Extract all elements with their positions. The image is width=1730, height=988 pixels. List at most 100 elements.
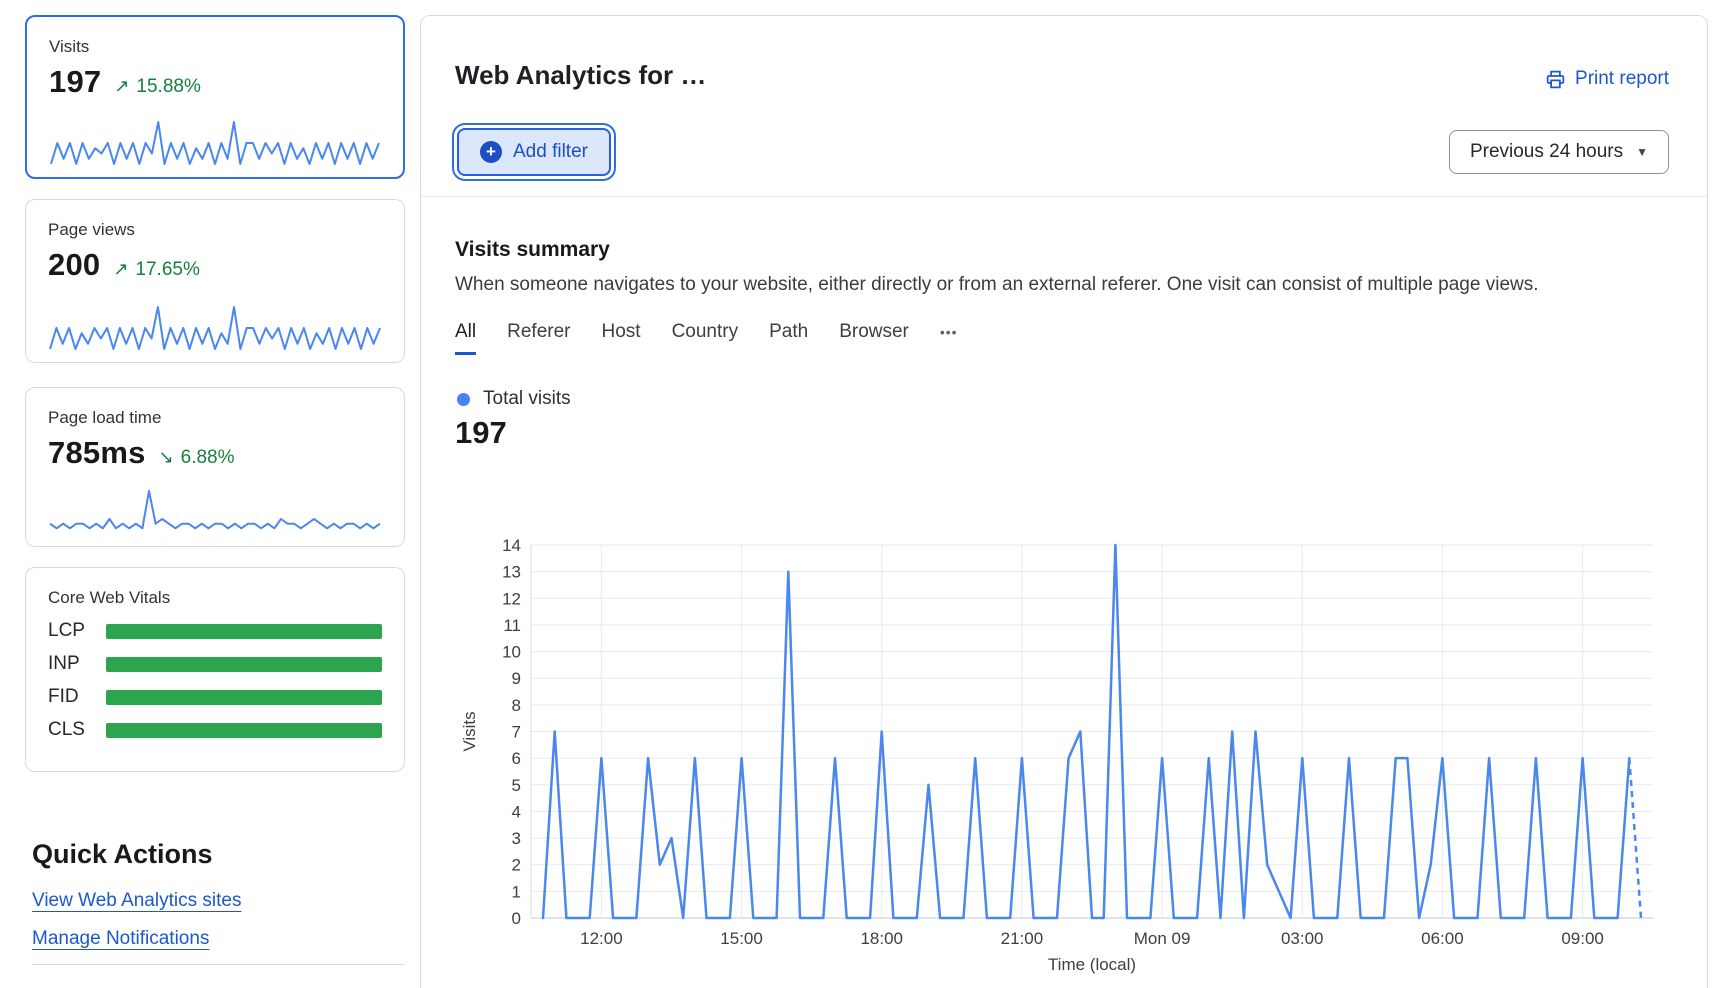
trend-down-icon: ↘	[159, 447, 174, 468]
trend-value: 17.65%	[135, 259, 199, 281]
vital-row-lcp: LCP	[48, 621, 382, 641]
svg-text:09:00: 09:00	[1561, 929, 1604, 948]
tab-path[interactable]: Path	[769, 321, 808, 355]
svg-text:3: 3	[512, 829, 521, 848]
summary-tabs: All Referer Host Country Path Browser •••	[455, 321, 958, 355]
svg-text:6: 6	[512, 749, 521, 768]
trend-up-icon: ↗	[113, 259, 128, 280]
svg-text:4: 4	[512, 802, 521, 821]
vital-label: CLS	[48, 719, 106, 741]
print-report-button[interactable]: Print report	[1545, 68, 1669, 90]
stat-label: Page load time	[48, 408, 382, 428]
trend-value: 6.88%	[181, 447, 235, 469]
svg-text:12: 12	[502, 589, 521, 608]
vital-bar-green	[106, 657, 382, 672]
time-range-dropdown[interactable]: Previous 24 hours ▼	[1449, 130, 1669, 174]
time-range-label: Previous 24 hours	[1470, 141, 1623, 163]
svg-text:03:00: 03:00	[1281, 929, 1324, 948]
chart-legend: Total visits	[457, 388, 571, 410]
visits-summary-description: When someone navigates to your website, …	[455, 274, 1539, 296]
trend-up-icon: ↗	[114, 76, 129, 97]
svg-text:10: 10	[502, 643, 521, 662]
vital-bar-green	[106, 624, 382, 639]
vital-label: LCP	[48, 620, 106, 642]
page-load-sparkline	[48, 486, 382, 536]
quick-actions: Quick Actions View Web Analytics sites M…	[25, 839, 405, 965]
main-panel: Web Analytics for … Print report + Add f…	[420, 15, 1708, 988]
tab-all[interactable]: All	[455, 321, 476, 355]
link-manage-notifications[interactable]: Manage Notifications	[32, 928, 209, 950]
page-views-sparkline	[48, 302, 382, 352]
vital-row-fid: FID	[48, 687, 382, 707]
svg-text:Visits: Visits	[460, 711, 479, 751]
trend-badge: ↗ 15.88%	[114, 76, 201, 98]
core-web-vitals-card: Core Web Vitals LCP INP FID CLS	[25, 567, 405, 772]
tab-more-icon[interactable]: •••	[940, 324, 958, 355]
trend-badge: ↘ 6.88%	[159, 447, 235, 469]
quick-actions-title: Quick Actions	[32, 839, 405, 870]
stat-label: Visits	[49, 37, 381, 57]
vitals-title: Core Web Vitals	[48, 588, 382, 608]
tab-country[interactable]: Country	[672, 321, 739, 355]
tab-referer[interactable]: Referer	[507, 321, 570, 355]
add-filter-label: Add filter	[513, 141, 588, 163]
svg-text:18:00: 18:00	[860, 929, 903, 948]
stat-value: 785ms	[48, 435, 146, 471]
svg-text:15:00: 15:00	[720, 929, 763, 948]
visits-summary-title: Visits summary	[455, 238, 610, 262]
print-report-label: Print report	[1575, 68, 1669, 90]
trend-badge: ↗ 17.65%	[113, 259, 200, 281]
legend-dot-icon	[457, 393, 470, 406]
visits-chart: 0123456789101112131412:0015:0018:0021:00…	[455, 478, 1689, 979]
tab-host[interactable]: Host	[601, 321, 640, 355]
svg-text:7: 7	[512, 723, 521, 742]
total-visits-value: 197	[455, 415, 507, 451]
svg-text:Mon 09: Mon 09	[1134, 929, 1191, 948]
svg-text:5: 5	[512, 776, 521, 795]
vital-row-inp: INP	[48, 654, 382, 674]
visits-sparkline	[49, 117, 381, 167]
add-filter-button[interactable]: + Add filter	[457, 128, 611, 176]
vitals-rows: LCP INP FID CLS	[48, 621, 382, 740]
visits-line-chart: 0123456789101112131412:0015:0018:0021:00…	[455, 478, 1689, 974]
stat-value-row: 785ms ↘ 6.88%	[48, 435, 382, 471]
trend-value: 15.88%	[136, 76, 200, 98]
stat-value: 200	[48, 247, 100, 283]
vital-row-cls: CLS	[48, 720, 382, 740]
stat-label: Page views	[48, 220, 382, 240]
stat-value-row: 200 ↗ 17.65%	[48, 247, 382, 283]
svg-text:06:00: 06:00	[1421, 929, 1464, 948]
stat-card-page-load-time[interactable]: Page load time 785ms ↘ 6.88%	[25, 387, 405, 547]
tab-browser[interactable]: Browser	[839, 321, 909, 355]
vital-label: FID	[48, 686, 106, 708]
svg-text:0: 0	[512, 909, 521, 928]
header-divider	[421, 196, 1707, 197]
page-title: Web Analytics for …	[455, 60, 706, 91]
stat-value: 197	[49, 64, 101, 100]
svg-text:2: 2	[512, 856, 521, 875]
stat-card-page-views[interactable]: Page views 200 ↗ 17.65%	[25, 199, 405, 363]
plus-circle-icon: +	[480, 141, 502, 163]
vital-label: INP	[48, 653, 106, 675]
svg-text:9: 9	[512, 669, 521, 688]
svg-text:8: 8	[512, 696, 521, 715]
web-analytics-dashboard: Visits 197 ↗ 15.88% Page views 200 ↗ 17.…	[0, 0, 1730, 988]
svg-text:13: 13	[502, 563, 521, 582]
printer-icon	[1545, 69, 1566, 90]
sidebar-divider	[32, 964, 404, 965]
stat-card-visits[interactable]: Visits 197 ↗ 15.88%	[25, 15, 405, 179]
svg-text:Time (local): Time (local)	[1048, 955, 1136, 974]
quick-actions-links: View Web Analytics sites Manage Notifica…	[32, 870, 405, 950]
svg-text:21:00: 21:00	[1001, 929, 1044, 948]
sidebar: Visits 197 ↗ 15.88% Page views 200 ↗ 17.…	[25, 15, 405, 965]
legend-label: Total visits	[483, 388, 571, 410]
svg-text:11: 11	[503, 616, 521, 635]
vital-bar-green	[106, 690, 382, 705]
link-view-web-analytics-sites[interactable]: View Web Analytics sites	[32, 890, 241, 912]
svg-text:1: 1	[512, 882, 521, 901]
chevron-down-icon: ▼	[1636, 145, 1648, 159]
vital-bar-green	[106, 723, 382, 738]
svg-text:12:00: 12:00	[580, 929, 623, 948]
stat-value-row: 197 ↗ 15.88%	[49, 64, 381, 100]
svg-text:14: 14	[502, 536, 521, 555]
